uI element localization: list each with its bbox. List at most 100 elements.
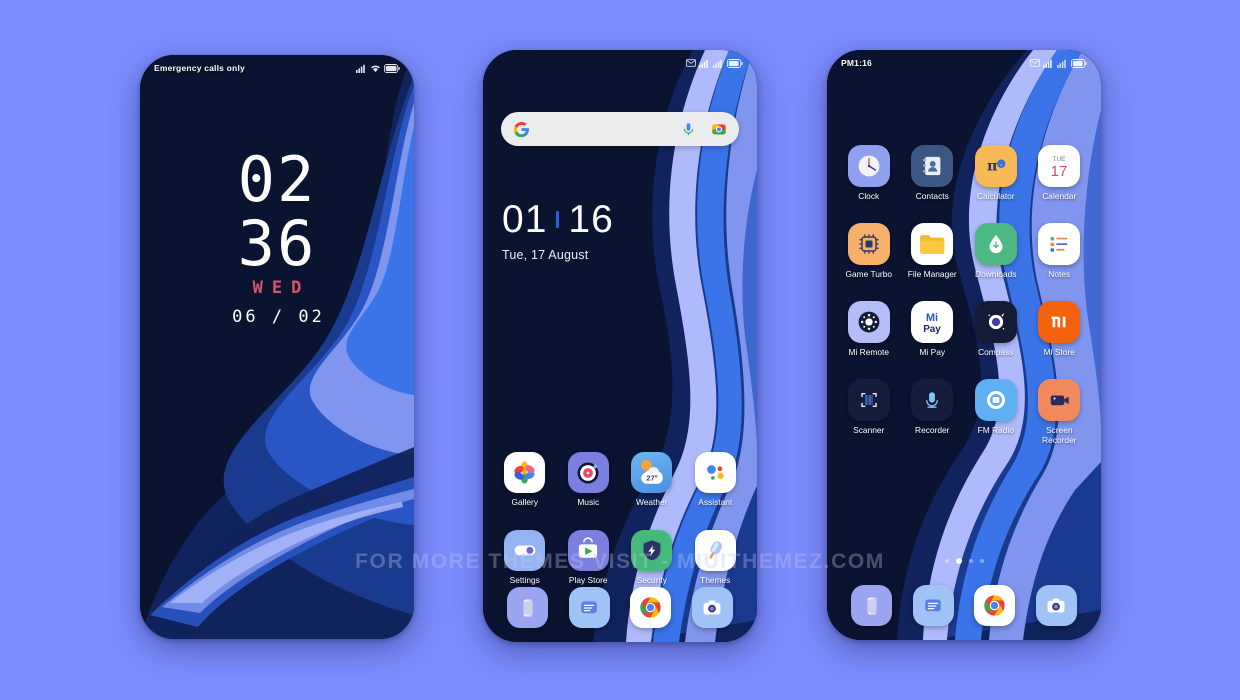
status-time: PM1:16 xyxy=(841,58,872,68)
phone2-status-bar xyxy=(483,50,757,76)
page-dot-active[interactable] xyxy=(955,558,962,564)
clock-date: 06 / 02 xyxy=(232,307,325,328)
svg-text:π: π xyxy=(987,159,997,175)
page-dot[interactable] xyxy=(944,559,949,563)
home-clock-minutes: 16 xyxy=(568,198,614,241)
app-compass[interactable]: Compass xyxy=(968,300,1024,358)
app-label: Themes xyxy=(700,574,731,585)
messages-icon[interactable] xyxy=(568,587,610,628)
google-g-icon xyxy=(512,120,531,139)
status-icons xyxy=(686,58,743,68)
app-mi-pay[interactable]: Mi Pay Mi Pay xyxy=(904,300,960,358)
lockscreen-clock: 02 36 WED 06 / 02 xyxy=(140,143,414,328)
app-label: Scanner xyxy=(853,424,885,435)
signal-icon xyxy=(356,64,367,73)
page-indicator[interactable] xyxy=(827,558,1101,564)
app-label: Mi Remote xyxy=(848,346,890,357)
assistant-icon xyxy=(694,452,736,493)
security-icon xyxy=(631,529,673,571)
app-screen-recorder[interactable]: Screen Recorder xyxy=(1031,378,1087,446)
battery-icon xyxy=(1071,58,1087,68)
svg-text:27°: 27° xyxy=(646,474,658,483)
app-calendar[interactable]: TUE 17 Calendar xyxy=(1031,145,1087,202)
app-file-manager[interactable]: File Manager xyxy=(904,222,960,280)
app-mi-remote[interactable]: Mi Remote xyxy=(841,300,897,358)
compass-icon xyxy=(974,300,1017,343)
app-row: Game Turbo File Manager Downloads Notes xyxy=(827,222,1101,280)
camera-icon[interactable] xyxy=(691,587,733,628)
phone1-screen: Emergency calls only 02 36 WED 06 / 02 xyxy=(140,55,414,639)
app-assistant[interactable]: Assistant xyxy=(687,452,743,508)
app-downloads[interactable]: Downloads xyxy=(968,222,1024,280)
screenshot-canvas: Emergency calls only 02 36 WED 06 / 02 0… xyxy=(0,0,1240,700)
app-fm-radio[interactable]: FM Radio xyxy=(968,378,1024,446)
clock-hours: 02 xyxy=(237,143,317,216)
app-scanner[interactable]: Scanner xyxy=(841,378,897,446)
home-clock-time: 01 16 xyxy=(502,200,614,239)
gallery-icon xyxy=(504,452,546,493)
home-clock-hours: 01 xyxy=(502,198,548,241)
svg-text:=: = xyxy=(1000,162,1003,167)
signal-icon xyxy=(713,59,724,68)
app-row: Settings Play Store Security Themes xyxy=(483,529,757,586)
camera-icon[interactable] xyxy=(1035,585,1077,626)
home-clock-widget[interactable]: 01 16 Tue, 17 August xyxy=(502,200,614,262)
play-store-icon xyxy=(567,529,609,571)
recorder-icon xyxy=(911,378,954,421)
app-label: Notes xyxy=(1048,268,1071,279)
app-label: Weather xyxy=(635,497,668,507)
clock-minutes: 36 xyxy=(237,206,317,280)
themes-icon xyxy=(694,529,736,571)
scanner-icon xyxy=(847,378,890,421)
carrier-label: Emergency calls only xyxy=(154,63,245,73)
mic-icon[interactable] xyxy=(679,120,698,139)
app-label: Assistant xyxy=(698,497,733,507)
app-game-turbo[interactable]: Game Turbo xyxy=(841,222,897,280)
page-dot[interactable] xyxy=(968,559,973,563)
phone-mockup-homescreen: 01 16 Tue, 17 August Gallery Music 27° W… xyxy=(483,50,757,642)
phone2-screen: 01 16 Tue, 17 August Gallery Music 27° W… xyxy=(483,50,757,642)
phone2-dock xyxy=(483,587,757,628)
fm-radio-icon xyxy=(974,378,1017,421)
calendar-day-number: 17 xyxy=(1051,163,1068,180)
status-icons xyxy=(1030,58,1087,68)
phone3-dock xyxy=(827,585,1101,626)
screen-recorder-icon xyxy=(1038,378,1081,421)
app-mi-store[interactable]: Mi Store xyxy=(1031,300,1087,358)
google-search-bar[interactable] xyxy=(501,112,739,146)
phone-icon[interactable] xyxy=(851,585,893,626)
home-clock-date: Tue, 17 August xyxy=(502,248,589,262)
chrome-icon[interactable] xyxy=(974,585,1016,626)
app-play-store[interactable]: Play Store xyxy=(560,529,616,586)
app-clock[interactable]: Clock xyxy=(841,145,897,202)
phone-mockup-appdrawer: PM1:16 Clock Contacts π = Calculator TUE… xyxy=(827,50,1101,640)
app-notes[interactable]: Notes xyxy=(1031,222,1087,280)
phone-icon[interactable] xyxy=(507,587,549,628)
messages-icon[interactable] xyxy=(912,585,954,626)
page-dot[interactable] xyxy=(979,559,984,563)
app-label: Mi Store xyxy=(1043,346,1075,357)
battery-icon xyxy=(384,63,400,73)
app-music[interactable]: Music xyxy=(560,452,616,508)
clock-weekday: WED xyxy=(252,278,311,299)
app-label: Recorder xyxy=(915,424,950,435)
lens-camera-icon[interactable] xyxy=(709,120,728,139)
phone3-app-grid: Clock Contacts π = Calculator TUE 17 Cal… xyxy=(827,145,1101,446)
mi-remote-icon xyxy=(847,300,890,343)
app-gallery[interactable]: Gallery xyxy=(497,452,553,508)
app-row: Scanner Recorder FM Radio Screen Recorde… xyxy=(827,378,1101,446)
app-label: Calculator xyxy=(976,191,1015,201)
app-row: Clock Contacts π = Calculator TUE 17 Cal… xyxy=(827,145,1101,202)
app-contacts[interactable]: Contacts xyxy=(904,145,960,202)
app-themes[interactable]: Themes xyxy=(687,529,743,586)
app-security[interactable]: Security xyxy=(624,529,680,586)
app-recorder[interactable]: Recorder xyxy=(904,378,960,446)
app-settings[interactable]: Settings xyxy=(497,529,553,586)
svg-text:Mi: Mi xyxy=(926,312,938,324)
app-label: FM Radio xyxy=(977,424,1014,435)
app-weather[interactable]: 27° Weather xyxy=(624,452,680,508)
signal-icon xyxy=(699,59,710,68)
mail-icon xyxy=(686,59,696,67)
chrome-icon[interactable] xyxy=(630,587,672,628)
app-calculator[interactable]: π = Calculator xyxy=(968,145,1024,202)
